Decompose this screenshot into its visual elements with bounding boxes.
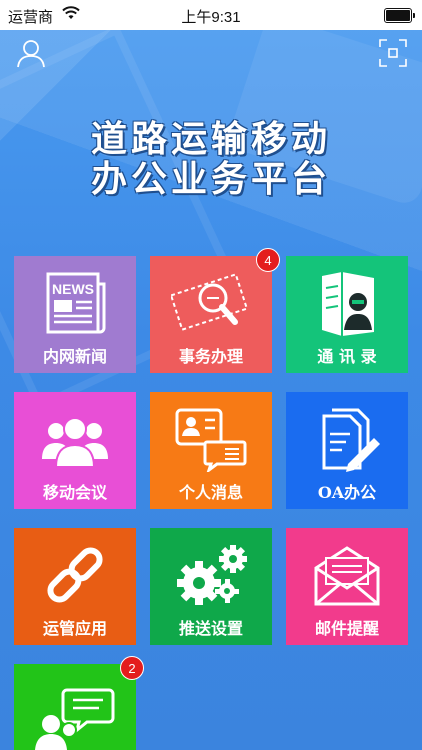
tile-label: 运管应用 [42,619,107,638]
notification-badge: 4 [256,248,280,272]
scan-button[interactable] [376,36,410,70]
tile-mail-reminder[interactable]: 邮件提醒 [286,528,408,645]
tile-affairs[interactable]: 事务办理 4 [150,248,280,373]
tile-label: 邮件提醒 [314,619,379,638]
chat-people-icon [35,688,115,750]
tile-intranet-news[interactable]: NEWS 内网新闻 [14,256,136,373]
battery-icon [384,8,415,23]
notification-badge: 2 [120,656,144,680]
tile-label: 内网新闻 [42,347,107,366]
svg-text:NEWS: NEWS [52,281,94,297]
tile-label: 通 讯 录 [317,347,377,366]
mail-icon [314,546,380,606]
gears-icon [177,545,247,605]
personal-message-icon [175,408,247,472]
tile-transport-apps[interactable]: 运管应用 [14,528,136,645]
contacts-book-icon [322,272,374,336]
nav-bar [0,30,422,74]
document-edit-icon [322,408,380,472]
tile-label: 推送设置 [178,619,243,638]
tile-push-settings[interactable]: 推送设置 [150,528,272,645]
meeting-people-icon [42,417,108,468]
tile-label: 移动会议 [42,483,107,502]
tile-chat[interactable]: 2 [14,656,144,750]
title-line-2: 办公业务平台 [90,159,331,200]
tile-personal-messages[interactable]: 个人消息 [150,392,272,509]
clock-time: 上午9:31 [181,9,241,26]
tile-label: OA办公 [317,483,377,502]
tile-mobile-meeting[interactable]: 移动会议 [14,392,136,509]
tile-label: 个人消息 [178,483,243,502]
app-title: 道路运输移动 办公业务平台 [0,120,422,200]
tile-label: 事务办理 [178,347,243,366]
user-icon [17,40,45,68]
status-bar: 运营商 上午9:31 [0,0,422,30]
tile-oa-office[interactable]: OA办公 [286,392,408,509]
tile-contacts[interactable]: 通 讯 录 [286,256,408,373]
scan-icon [379,39,407,67]
stamp-search-icon [171,273,249,331]
chain-link-icon [47,547,103,603]
user-profile-button[interactable] [14,36,48,70]
news-icon: NEWS [46,272,106,334]
title-line-1: 道路运输移动 [90,119,331,160]
